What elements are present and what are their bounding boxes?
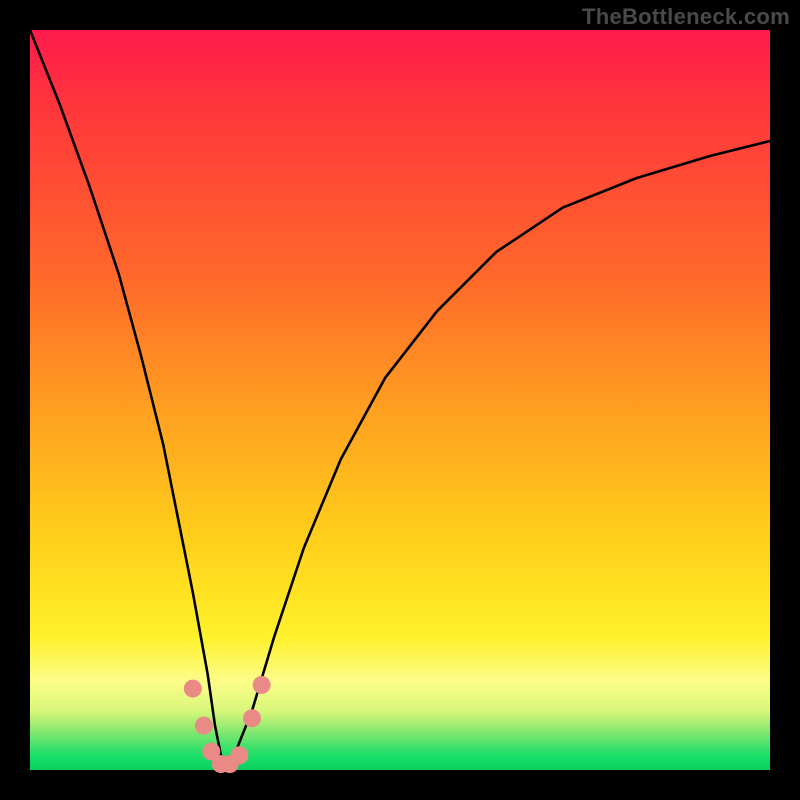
plot-area [30, 30, 770, 770]
curve-marker [243, 709, 261, 727]
curve-marker [184, 680, 202, 698]
curve-marker [230, 746, 248, 764]
watermark-text: TheBottleneck.com [582, 4, 790, 30]
curve-marker [195, 717, 213, 735]
curve-marker [253, 676, 271, 694]
chart-svg [30, 30, 770, 770]
chart-frame: TheBottleneck.com [0, 0, 800, 800]
marker-group [184, 676, 271, 773]
bottleneck-curve [30, 30, 770, 763]
